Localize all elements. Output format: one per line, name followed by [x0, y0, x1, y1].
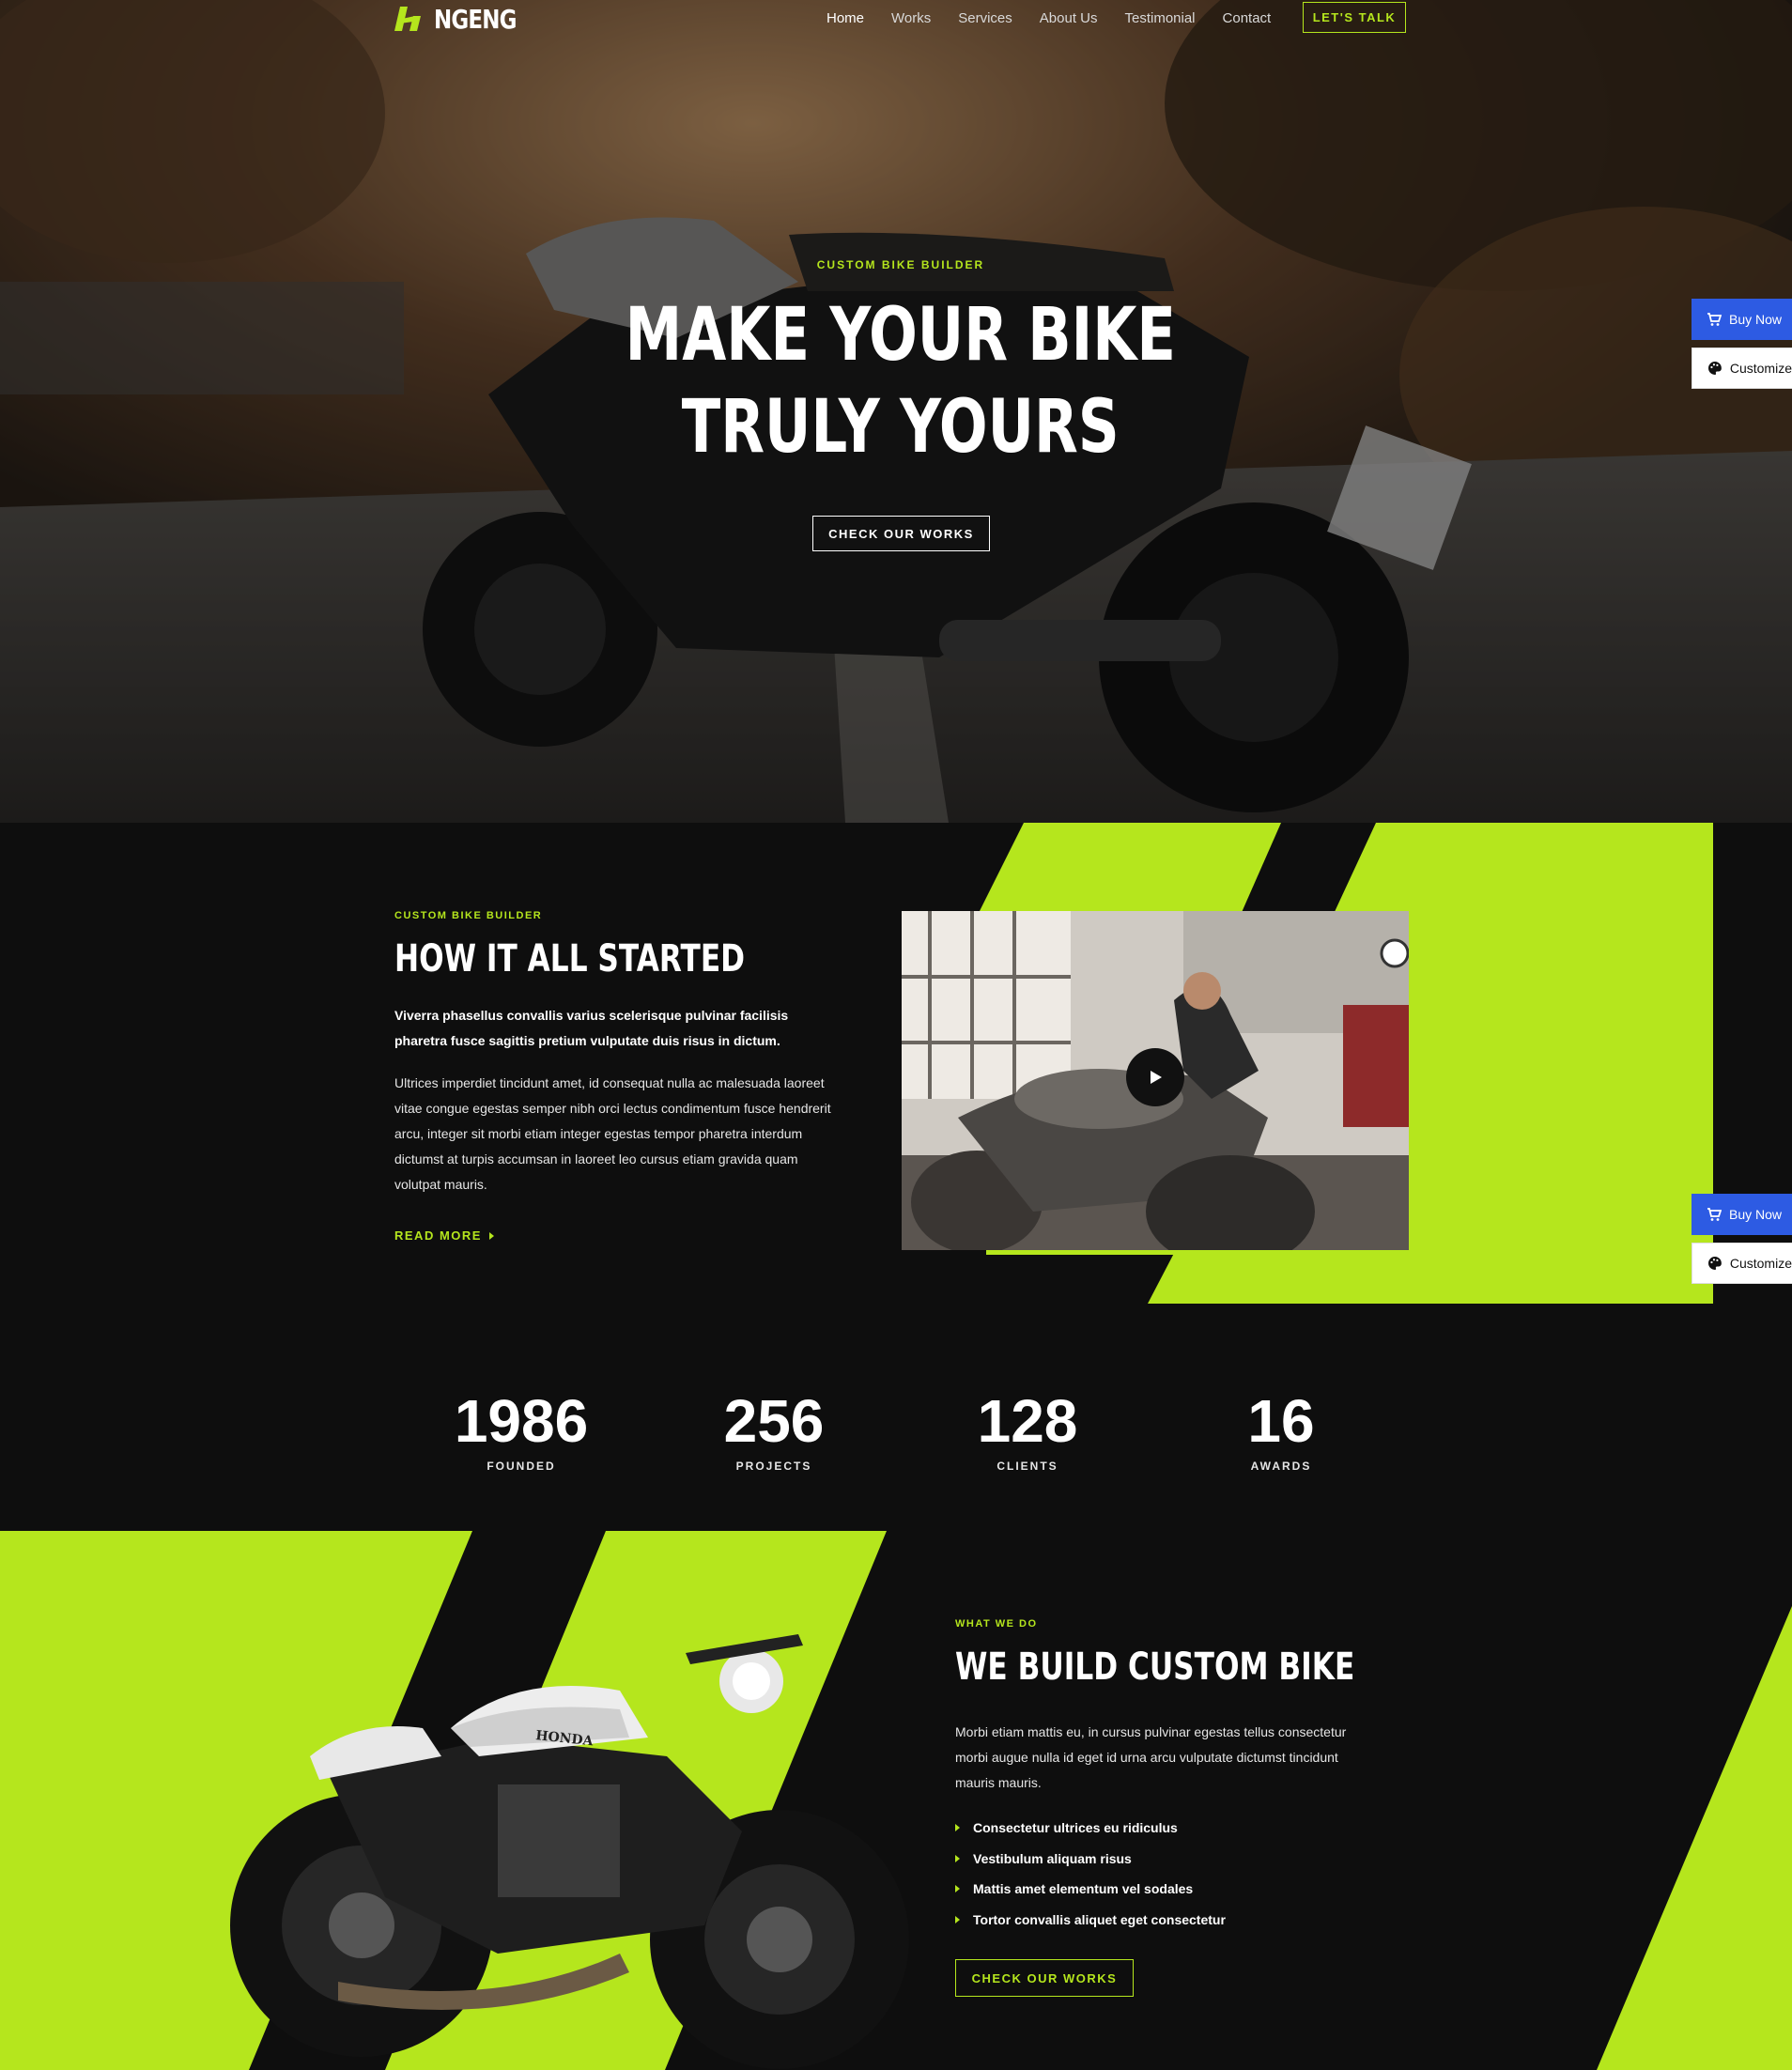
nav-home[interactable]: Home — [826, 10, 864, 26]
story-body-paragraph: Ultrices imperdiet tincidunt amet, id co… — [394, 1075, 831, 1192]
nav-about-us[interactable]: About Us — [1040, 10, 1098, 26]
top-navigation: NGENG Home Works Services About Us Testi… — [0, 0, 1792, 38]
hero-title-line-2-text: TRULY YOURS — [682, 385, 1120, 470]
brand-name: NGENG — [434, 3, 518, 35]
stat-projects: 256 PROJECTS — [671, 1383, 877, 1473]
cart-icon — [1707, 1208, 1722, 1221]
side-widget-top: Buy Now Customize — [1692, 299, 1792, 389]
list-item-text: Consectetur ultrices eu ridiculus — [973, 1820, 1178, 1836]
palette-icon — [1707, 362, 1722, 375]
bullet-arrow-icon — [955, 1854, 960, 1862]
nav-services[interactable]: Services — [958, 10, 1012, 26]
hero-title-line-1-text: MAKE YOUR BIKE — [625, 293, 1177, 378]
bullet-arrow-icon — [955, 1915, 960, 1923]
brand-logo[interactable]: NGENG — [394, 3, 534, 35]
bullet-arrow-icon — [955, 1824, 960, 1832]
stat-awards: 16 AWARDS — [1178, 1383, 1384, 1473]
list-item-text: Mattis amet elementum vel sodales — [973, 1881, 1194, 1897]
buy-now-button[interactable]: Buy Now — [1692, 299, 1792, 340]
nav-works[interactable]: Works — [891, 10, 931, 26]
buy-now-button[interactable]: Buy Now — [1692, 1194, 1792, 1235]
build-feature-list: Consectetur ultrices eu ridiculus Vestib… — [955, 1813, 1226, 1935]
buy-now-label: Buy Now — [1729, 312, 1783, 327]
build-kicker: WHAT WE DO — [955, 1618, 1038, 1630]
hero-kicker: CUSTOM BIKE BUILDER — [816, 258, 985, 271]
customize-label: Customize — [1729, 1256, 1792, 1271]
story-lead-paragraph: Viverra phasellus convallis varius scele… — [394, 1008, 789, 1048]
hero-title-line-2: TRULY YOURS — [0, 385, 1792, 470]
palette-icon — [1707, 1257, 1722, 1270]
main-menu: Home Works Services About Us Testimonial… — [826, 0, 1271, 36]
stat-founded: 1986 FOUNDED — [418, 1383, 625, 1473]
honda-cafe-racer-image: HONDA — [230, 1634, 909, 2069]
stat-value: 128 — [977, 1387, 1078, 1455]
stat-value: 16 — [1247, 1387, 1315, 1455]
stat-clients: 128 CLIENTS — [924, 1383, 1131, 1473]
list-item-text: Vestibulum aliquam risus — [973, 1850, 1132, 1866]
hero-title-line-1: MAKE YOUR BIKE — [0, 293, 1792, 378]
play-video-button[interactable] — [1126, 1048, 1184, 1106]
story-kicker: CUSTOM BIKE BUILDER — [394, 910, 543, 921]
read-more-label: READ MORE — [394, 1228, 482, 1243]
customize-button[interactable]: Customize — [1692, 348, 1792, 389]
customize-button[interactable]: Customize — [1692, 1243, 1792, 1284]
buy-now-label: Buy Now — [1729, 1207, 1783, 1222]
story-title: HOW IT ALL STARTED — [394, 937, 746, 981]
stat-label: CLIENTS — [996, 1460, 1058, 1473]
cart-icon — [1707, 313, 1722, 326]
list-item: Vestibulum aliquam risus — [955, 1844, 1226, 1875]
story-accent-background — [977, 823, 1713, 1304]
stat-value: 1986 — [454, 1387, 589, 1455]
list-item: Consectetur ultrices eu ridiculus — [955, 1813, 1226, 1844]
nav-testimonial[interactable]: Testimonial — [1124, 10, 1195, 26]
stat-label: FOUNDED — [487, 1460, 556, 1473]
list-item: Mattis amet elementum vel sodales — [955, 1874, 1226, 1905]
stat-value: 256 — [723, 1387, 825, 1455]
build-title: WE BUILD CUSTOM BIKE — [955, 1645, 1355, 1689]
customize-label: Customize — [1729, 361, 1792, 376]
arrow-right-icon — [488, 1231, 494, 1240]
list-item-text: Tortor convallis aliquet eget consectetu… — [973, 1911, 1226, 1927]
hero-check-works-button[interactable]: CHECK OUR WORKS — [812, 516, 990, 551]
stat-label: AWARDS — [1250, 1460, 1312, 1473]
play-icon — [1151, 1071, 1162, 1084]
nav-contact[interactable]: Contact — [1223, 10, 1272, 26]
stat-label: PROJECTS — [735, 1460, 812, 1473]
lets-talk-button[interactable]: LET'S TALK — [1303, 2, 1406, 33]
logo-icon — [394, 7, 421, 31]
side-widget-bottom: Buy Now Customize — [1692, 1194, 1792, 1284]
list-item: Tortor convallis aliquet eget consectetu… — [955, 1905, 1226, 1936]
read-more-link[interactable]: READ MORE — [394, 1228, 494, 1243]
bullet-arrow-icon — [955, 1885, 960, 1893]
build-paragraph: Morbi etiam mattis eu, in cursus pulvina… — [955, 1724, 1347, 1790]
hero-section: NGENG Home Works Services About Us Testi… — [0, 0, 1792, 823]
build-check-works-button[interactable]: CHECK OUR WORKS — [955, 1959, 1134, 1997]
